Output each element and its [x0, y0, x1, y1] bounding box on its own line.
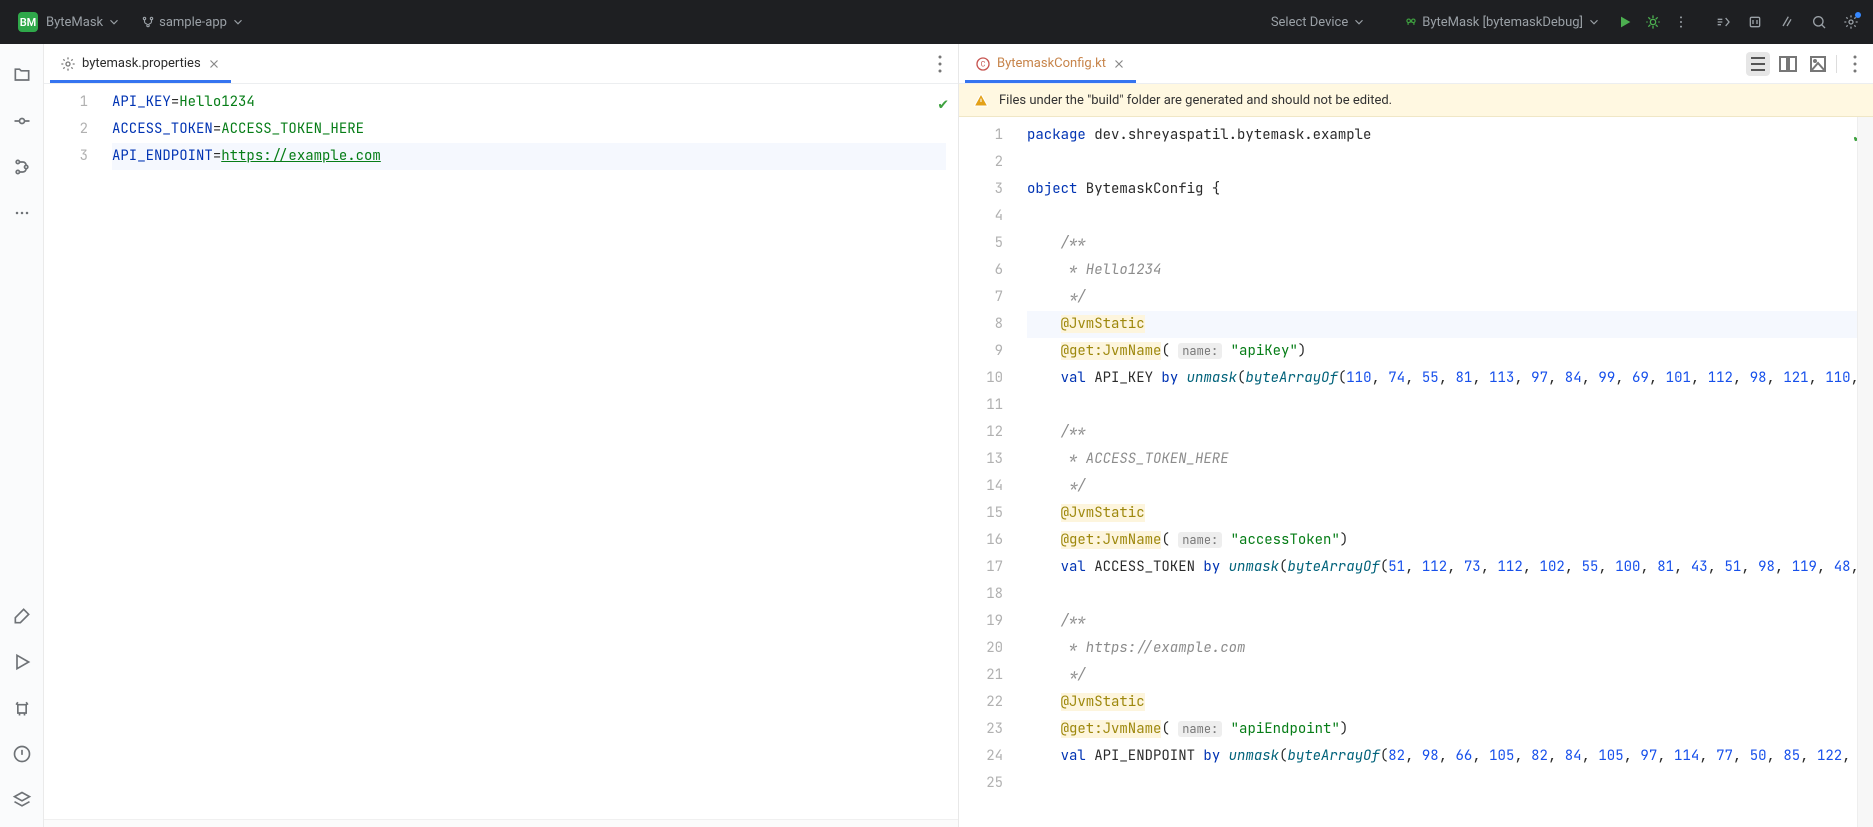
elephant-icon [1404, 15, 1418, 29]
generated-file-banner: Files under the "build" folder are gener… [959, 84, 1873, 117]
editor-pane-left: bytemask.properties 123 API_KEY=Hello123… [44, 44, 959, 827]
tab-properties[interactable]: bytemask.properties [50, 46, 231, 82]
run-config-label: ByteMask [bytemaskDebug] [1422, 15, 1583, 30]
code-with-me-icon[interactable] [1713, 12, 1733, 32]
tab-bar: C BytemaskConfig.kt [959, 44, 1873, 84]
chevron-down-icon [1587, 15, 1601, 29]
project-name: ByteMask [46, 15, 103, 30]
code-content[interactable]: package dev.shreyaspatil.bytemask.exampl… [1015, 117, 1873, 827]
gutter: 1234567891011121314151617181920212223242… [959, 117, 1015, 827]
project-selector[interactable]: BM ByteMask [12, 8, 127, 36]
editor-body[interactable]: 123 API_KEY=Hello1234ACCESS_TOKEN=ACCESS… [44, 84, 958, 819]
chevron-down-icon [1352, 15, 1366, 29]
build-tool-icon[interactable] [11, 605, 33, 627]
module-name: sample-app [159, 15, 227, 30]
svg-text:C: C [981, 59, 986, 68]
device-label: Select Device [1271, 15, 1348, 30]
ai-assistant-icon[interactable] [1777, 12, 1797, 32]
more-tools-icon[interactable] [11, 202, 33, 224]
chevron-down-icon [107, 15, 121, 29]
settings-icon[interactable] [1841, 12, 1861, 32]
gear-icon [60, 56, 76, 72]
tab-kotlin-config[interactable]: C BytemaskConfig.kt [965, 46, 1136, 82]
run-tool-icon[interactable] [11, 651, 33, 673]
view-design-icon[interactable] [1806, 52, 1830, 76]
topbar: BM ByteMask sample-app Select Device Byt… [0, 0, 1873, 44]
structure-tool-icon[interactable] [11, 156, 33, 178]
tab-label: bytemask.properties [82, 56, 201, 71]
banner-text: Files under the "build" folder are gener… [999, 93, 1392, 108]
device-selector[interactable]: Select Device [1265, 11, 1372, 34]
module-selector[interactable]: sample-app [135, 11, 251, 34]
project-tool-icon[interactable] [11, 64, 33, 86]
scrollbar-horizontal[interactable] [44, 819, 958, 827]
chevron-down-icon [231, 15, 245, 29]
logcat-tool-icon[interactable] [11, 697, 33, 719]
editor-body[interactable]: 1234567891011121314151617181920212223242… [959, 117, 1873, 827]
problems-tool-icon[interactable] [11, 743, 33, 765]
editor-pane-right: C BytemaskConfig.kt Files under the "bui… [959, 44, 1873, 827]
close-icon[interactable] [207, 57, 221, 71]
inspection-ok-icon: ✔ [938, 90, 948, 117]
tab-bar: bytemask.properties [44, 44, 958, 84]
warning-icon [973, 92, 989, 108]
update-icon[interactable] [1745, 12, 1765, 32]
search-icon[interactable] [1809, 12, 1829, 32]
view-code-icon[interactable] [1746, 52, 1770, 76]
branch-icon [141, 15, 155, 29]
terminal-tool-icon[interactable] [11, 789, 33, 811]
error-stripe[interactable] [1857, 117, 1873, 827]
project-badge-icon: BM [18, 12, 38, 32]
code-content[interactable]: API_KEY=Hello1234ACCESS_TOKEN=ACCESS_TOK… [100, 84, 958, 819]
view-split-icon[interactable] [1776, 52, 1800, 76]
tab-options-icon[interactable] [928, 52, 952, 76]
tab-options-icon[interactable] [1843, 52, 1867, 76]
commit-tool-icon[interactable] [11, 110, 33, 132]
tab-label: BytemaskConfig.kt [997, 56, 1106, 71]
run-config-selector[interactable]: ByteMask [bytemaskDebug] [1398, 11, 1607, 34]
more-actions-icon[interactable] [1671, 12, 1691, 32]
kotlin-file-icon: C [975, 56, 991, 72]
close-icon[interactable] [1112, 57, 1126, 71]
left-tool-rail [0, 44, 44, 827]
run-button[interactable] [1615, 12, 1635, 32]
debug-button[interactable] [1643, 12, 1663, 32]
gutter: 123 [44, 84, 100, 819]
